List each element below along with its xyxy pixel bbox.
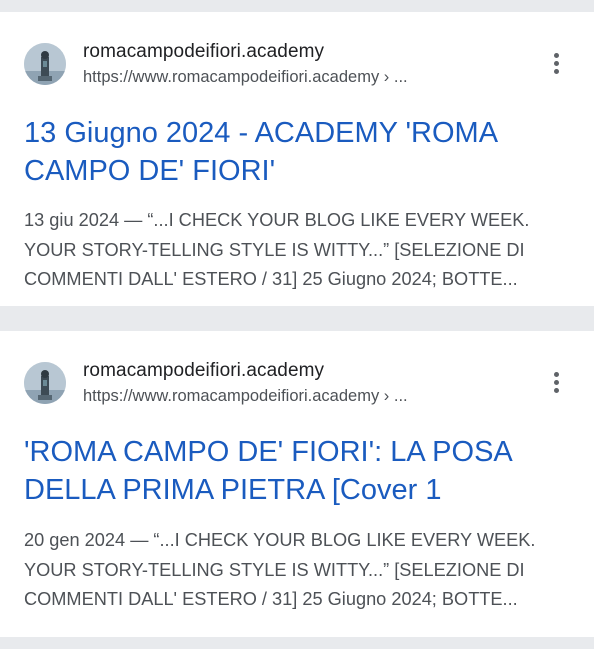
statue-favicon-icon (24, 361, 66, 404)
site-name: romacampodeifiori.academy (83, 360, 325, 381)
search-result-card: romacampodeifiori.academy https://www.ro… (0, 12, 594, 306)
search-result-card: romacampodeifiori.academy https://www.ro… (0, 331, 594, 637)
site-name: romacampodeifiori.academy (83, 41, 325, 62)
result-source-row[interactable]: romacampodeifiori.academy https://www.ro… (24, 42, 576, 86)
result-snippet: 13 giu 2024 — “...I CHECK YOUR BLOG LIKE… (24, 210, 530, 289)
site-url: https://www.romacampodeifiori.academy › … (83, 68, 408, 86)
search-results-page: romacampodeifiori.academy https://www.ro… (0, 0, 594, 649)
result-source-row[interactable]: romacampodeifiori.academy https://www.ro… (24, 361, 576, 405)
result-snippet: 20 gen 2024 — “...I CHECK YOUR BLOG LIKE… (24, 530, 536, 609)
site-url: https://www.romacampodeifiori.academy › … (83, 387, 408, 405)
statue-favicon-icon (24, 42, 66, 85)
more-vert-icon[interactable] (544, 46, 568, 82)
more-vert-icon[interactable] (544, 365, 568, 401)
result-title-link[interactable]: 'ROMA CAMPO DE' FIORI': LA POSA DELLA PR… (24, 433, 564, 509)
result-title-link[interactable]: 13 Giugno 2024 - ACADEMY 'ROMA CAMPO DE'… (24, 114, 564, 190)
